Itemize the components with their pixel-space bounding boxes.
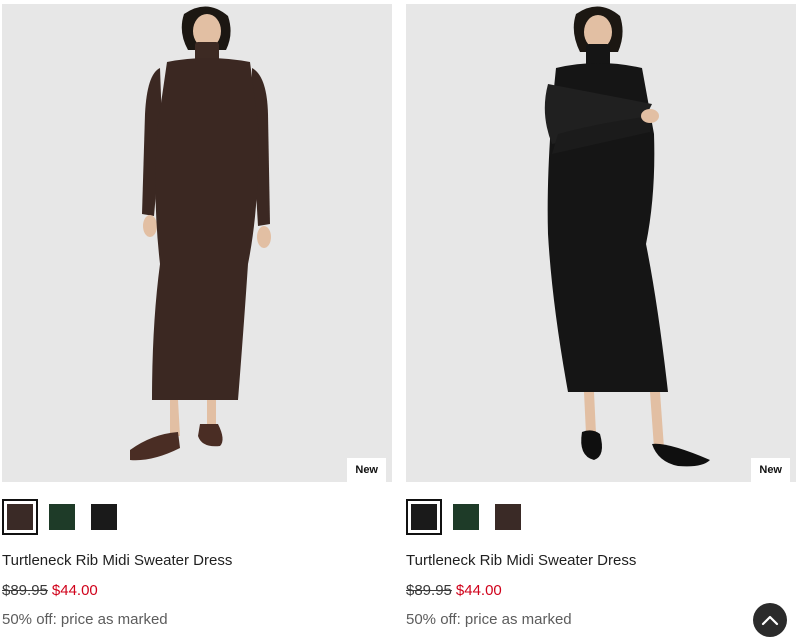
product-title[interactable]: Turtleneck Rib Midi Sweater Dress <box>406 552 636 569</box>
product-price: $89.95 $44.00 <box>2 582 98 599</box>
model-photo-brown-dress <box>130 6 271 461</box>
back-to-top-button[interactable] <box>753 603 787 637</box>
product-price: $89.95 $44.00 <box>406 582 502 599</box>
new-badge: New <box>751 458 790 482</box>
sale-price: $44.00 <box>455 582 502 599</box>
product-title[interactable]: Turtleneck Rib Midi Sweater Dress <box>2 552 232 569</box>
color-swatches <box>406 499 532 535</box>
swatch-chip <box>411 504 437 530</box>
product-image[interactable]: New <box>2 4 392 482</box>
color-swatches <box>2 499 128 535</box>
swatch-chip <box>49 504 75 530</box>
swatch-brown[interactable] <box>2 499 38 535</box>
promo-text: 50% off: price as marked <box>2 611 168 628</box>
chevron-up-icon <box>761 615 779 626</box>
new-badge: New <box>347 458 386 482</box>
product-card: New Turtleneck Rib Midi Sweater Dress $8… <box>406 0 798 637</box>
swatch-black[interactable] <box>406 499 442 535</box>
sale-price: $44.00 <box>51 582 98 599</box>
original-price: $89.95 <box>2 582 48 599</box>
swatch-black[interactable] <box>86 499 122 535</box>
model-photo-black-dress <box>544 6 710 467</box>
swatch-chip <box>7 504 33 530</box>
swatch-chip <box>495 504 521 530</box>
swatch-brown[interactable] <box>490 499 526 535</box>
product-card: New Turtleneck Rib Midi Sweater Dress $8… <box>2 0 394 637</box>
original-price: $89.95 <box>406 582 452 599</box>
swatch-chip <box>91 504 117 530</box>
swatch-green[interactable] <box>44 499 80 535</box>
swatch-chip <box>453 504 479 530</box>
promo-text: 50% off: price as marked <box>406 611 572 628</box>
product-image[interactable]: New <box>406 4 796 482</box>
swatch-green[interactable] <box>448 499 484 535</box>
